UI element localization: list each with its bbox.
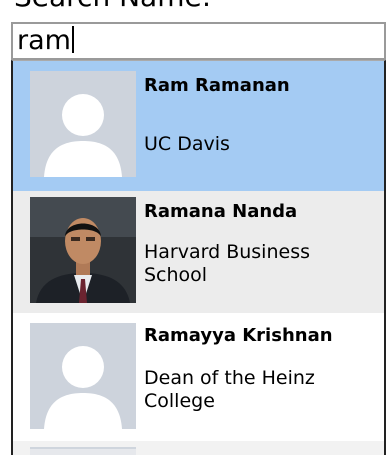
search-query-value: ram xyxy=(17,25,71,56)
result-affiliation: UC Davis xyxy=(144,133,230,155)
result-affiliation: Dean of the Heinz College xyxy=(144,367,315,412)
result-affiliation: Harvard Business School xyxy=(144,241,310,286)
result-name: Ramana Nanda xyxy=(144,201,298,222)
autocomplete-dropdown: Ram Ramanan UC Davis Ramana Nanda Harvar… xyxy=(11,60,386,455)
text-caret xyxy=(71,26,74,53)
result-name: Ramayya Krishnan xyxy=(144,325,333,346)
result-item-partial[interactable] xyxy=(13,441,384,455)
autocomplete-page: Search Name: ram Ram Ramanan UC Davis xyxy=(0,0,392,455)
result-item[interactable]: Ramana Nanda Harvard Business School xyxy=(13,191,384,313)
default-avatar-icon xyxy=(30,323,136,429)
result-item[interactable]: Ramayya Krishnan Dean of the Heinz Colle… xyxy=(13,313,384,441)
default-avatar-icon xyxy=(30,447,136,455)
default-avatar-icon xyxy=(30,71,136,177)
profile-photo xyxy=(30,197,136,303)
result-name: Ram Ramanan xyxy=(144,75,290,96)
search-name-label: Search Name: xyxy=(14,0,211,14)
result-item-selected[interactable]: Ram Ramanan UC Davis xyxy=(13,61,384,191)
search-query-text: ram xyxy=(17,25,74,57)
search-input[interactable]: ram xyxy=(11,22,386,60)
